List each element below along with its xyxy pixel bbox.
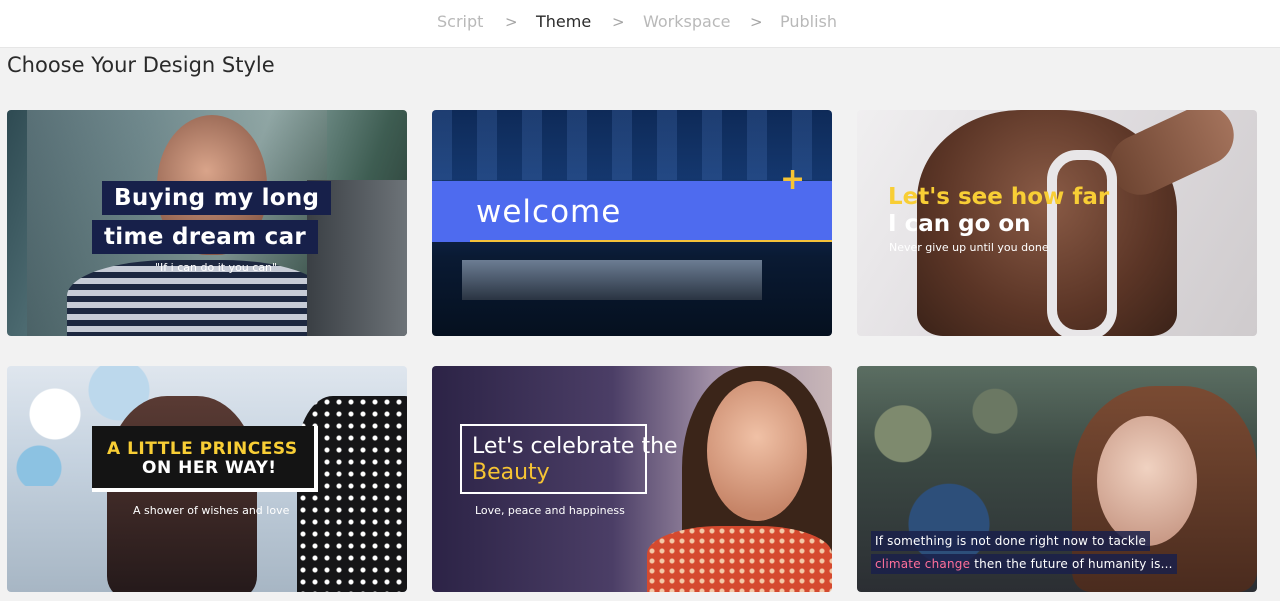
- theme-card-how-far[interactable]: Let's see how far I can go on Never give…: [857, 110, 1257, 336]
- office-desk-image: [462, 260, 762, 300]
- underline-rule: [470, 240, 832, 242]
- caption-line2: climate change then the future of humani…: [871, 554, 1177, 574]
- plus-icon: +: [780, 162, 806, 197]
- theme-card-beauty[interactable]: Let's celebrate the Beauty Love, peace a…: [432, 366, 832, 592]
- theme-card-little-princess[interactable]: A LITTLE PRINCESS ON HER WAY! A shower o…: [7, 366, 407, 592]
- chevron-right-icon: >: [505, 13, 518, 31]
- caption-line1: If something is not done right now to ta…: [871, 531, 1151, 551]
- theme-title-line1: A LITTLE PRINCESS: [107, 439, 298, 459]
- step-workspace[interactable]: Workspace: [643, 11, 730, 33]
- theme-title: welcome: [476, 194, 622, 230]
- step-publish[interactable]: Publish: [780, 11, 837, 33]
- theme-subtitle: Love, peace and happiness: [475, 504, 625, 517]
- theme-card-climate-change[interactable]: If something is not done right now to ta…: [857, 366, 1257, 592]
- girl-face-image: [1097, 416, 1197, 546]
- theme-title-line2: time dream car: [92, 220, 319, 254]
- theme-title-line2: ON HER WAY!: [142, 458, 277, 478]
- floral-top-image: [647, 526, 832, 592]
- theme-title-line2: I can go on: [888, 211, 1031, 237]
- theme-subtitle: A shower of wishes and love: [133, 504, 290, 517]
- stepper: Script > Theme > Workspace > Publish: [0, 0, 1280, 48]
- step-theme[interactable]: Theme: [536, 11, 591, 33]
- theme-subtitle: "If i can do it you can": [155, 261, 278, 274]
- office-lights-image: [432, 110, 832, 180]
- theme-title-line1: Let's celebrate the: [472, 434, 678, 459]
- theme-card-dream-car[interactable]: Buying my long time dream car "If i can …: [7, 110, 407, 336]
- chevron-right-icon: >: [612, 13, 625, 31]
- theme-title-line2: Beauty: [472, 460, 550, 485]
- theme-subtitle: Never give up until you done: [889, 241, 1049, 254]
- caption-line2-rest: then the future of humanity is...: [970, 557, 1173, 571]
- step-script[interactable]: Script: [437, 11, 483, 33]
- sports-top-image: [1047, 150, 1117, 336]
- theme-card-welcome[interactable]: welcome +: [432, 110, 832, 336]
- woman-face-image: [707, 381, 807, 521]
- theme-title-line1: Let's see how far: [888, 184, 1110, 210]
- chevron-right-icon: >: [750, 13, 763, 31]
- theme-title-line1: Buying my long: [102, 181, 332, 215]
- page-title: Choose Your Design Style: [7, 53, 275, 77]
- caption-highlight: climate change: [875, 557, 971, 571]
